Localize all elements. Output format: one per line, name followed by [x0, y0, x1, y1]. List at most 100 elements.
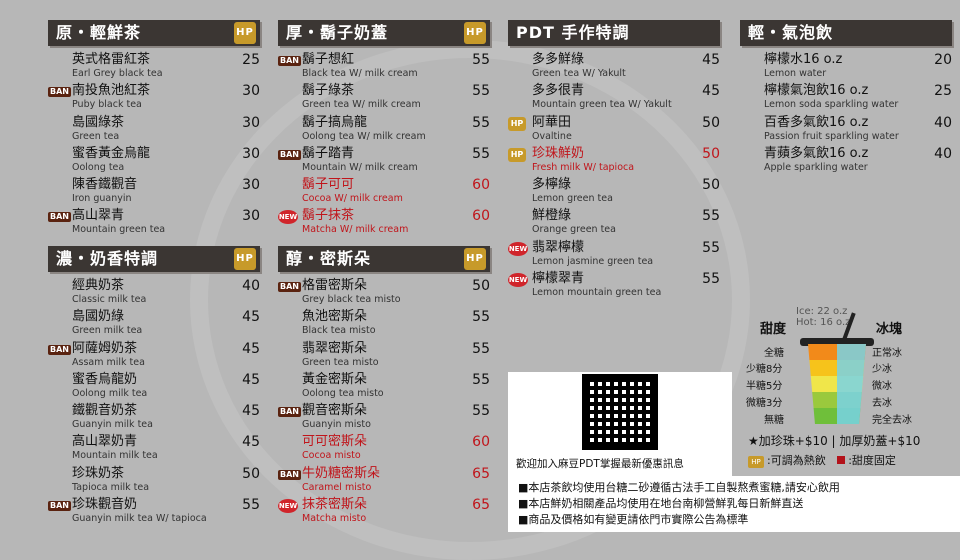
menu-item[interactable]: BAN 南投魚池紅茶 Puby black tea 30: [48, 83, 260, 114]
menu-item[interactable]: BAN 高山翠青 Mountain green tea 30: [48, 208, 260, 239]
menu-item[interactable]: 檸檬氣泡飲16 o.z Lemon soda sparkling water 25: [740, 83, 952, 114]
item-english-name: Green tea misto: [302, 356, 379, 368]
ice-level: 完全去冰: [872, 415, 912, 426]
item-name: 鬍子綠茶: [302, 83, 355, 99]
menu-item[interactable]: 多多很青 Mountain green tea W/ Yakult 45: [508, 83, 720, 114]
item-name: 陳香鐵觀音: [72, 177, 138, 193]
item-price: 50: [702, 145, 720, 162]
fixed-sweetness-icon: [837, 456, 846, 464]
item-name: 翡翠密斯朵: [302, 340, 368, 356]
item-name: 南投魚池紅茶: [72, 83, 151, 99]
section-header: 厚・鬍子奶蓋 HP: [278, 20, 490, 46]
item-price: 50: [702, 114, 720, 131]
item-english-name: Green milk tea: [72, 325, 143, 337]
item-price: 30: [242, 208, 260, 225]
item-english-name: Cocoa misto: [302, 450, 361, 462]
section-header: 濃・奶香特調 HP: [48, 246, 260, 272]
item-english-name: Mountain milk tea: [72, 450, 158, 462]
item-english-name: Classic milk tea: [72, 294, 147, 305]
item-name: 百香多氣飲16 o.z: [764, 114, 869, 130]
menu-item[interactable]: NEW 抹茶密斯朵 Matcha misto 65: [278, 497, 490, 528]
menu-item[interactable]: BAN 格雷密斯朵 Grey black tea misto 50: [278, 278, 490, 309]
qr-code[interactable]: [582, 374, 658, 450]
item-name: 檸檬翠青: [532, 271, 585, 287]
menu-item[interactable]: 百香多氣飲16 o.z Passion fruit sparkling water…: [740, 115, 952, 146]
menu-item[interactable]: BAN 珍珠觀音奶 Guanyin milk tea W/ tapioca 55: [48, 497, 260, 528]
menu-item[interactable]: 鬍子可可 Cocoa W/ milk cream 60: [278, 177, 490, 208]
addons-text: ★加珍珠+$10 | 加厚奶蓋+$10: [748, 434, 921, 448]
sweet-level: 微糖3分: [746, 398, 783, 409]
item-english-name: Green tea: [72, 130, 120, 142]
item-name: 高山翠奶青: [72, 434, 138, 450]
hp-badge-icon: HP: [508, 147, 526, 162]
legend-hot-text: :可調為熱飲: [767, 454, 826, 467]
ban-badge-icon: BAN: [48, 344, 71, 355]
notes-panel: ■本店茶飲均使用台糖二砂遵循古法手工自製熬煮蜜糖,請安心飲用 ■本店鮮奶相關產品…: [508, 476, 960, 532]
menu-item[interactable]: 鬍子搞烏龍 Oolong tea W/ milk cream 55: [278, 115, 490, 146]
hp-badge-icon: HP: [508, 116, 526, 131]
menu-item[interactable]: 蜜香黃金烏龍 Oolong tea 30: [48, 146, 260, 177]
item-price: 30: [242, 145, 260, 162]
hot-drink-icon: HP: [234, 248, 256, 270]
menu-item[interactable]: 鬍子綠茶 Green tea W/ milk cream 55: [278, 83, 490, 114]
menu-item[interactable]: 檸檬水16 o.z Lemon water 20: [740, 52, 952, 83]
item-english-name: Lemon jasmine green tea: [532, 255, 654, 267]
item-name: 阿華田: [532, 114, 572, 130]
item-name: 珍珠奶茶: [72, 465, 125, 481]
menu-item[interactable]: 可可密斯朵 Cocoa misto 60: [278, 434, 490, 465]
hot-drink-icon: HP: [234, 22, 256, 44]
menu-item[interactable]: HP 阿華田 Ovaltine 50: [508, 115, 720, 146]
menu-item[interactable]: 黃金密斯朵 Oolong tea misto 55: [278, 372, 490, 403]
item-english-name: Apple sparkling water: [764, 161, 868, 173]
menu-item[interactable]: 島國綠茶 Green tea 30: [48, 115, 260, 146]
new-badge-icon: NEW: [278, 499, 298, 514]
section-title: 厚・鬍子奶蓋: [286, 23, 389, 42]
menu-item[interactable]: NEW 鬍子抹茶 Matcha W/ milk cream 60: [278, 208, 490, 239]
ban-badge-icon: BAN: [278, 407, 301, 418]
item-english-name: Mountain green tea: [72, 224, 166, 236]
item-english-name: Lemon mountain green tea: [532, 287, 662, 299]
item-name: 抹茶密斯朵: [302, 497, 368, 513]
menu-item[interactable]: 多檸綠 Lemon green tea 50: [508, 177, 720, 208]
menu-item[interactable]: 英式格雷紅茶 Earl Grey black tea 25: [48, 52, 260, 83]
menu-item[interactable]: BAN 牛奶糖密斯朵 Caramel misto 65: [278, 466, 490, 497]
menu-item[interactable]: 經典奶茶 Classic milk tea 40: [48, 278, 260, 309]
item-price: 55: [472, 403, 490, 420]
new-badge-icon: NEW: [278, 210, 298, 225]
item-english-name: Mountain W/ milk cream: [302, 161, 418, 173]
item-name: 鬍子想紅: [302, 52, 355, 67]
menu-item[interactable]: 陳香鐵觀音 Iron guanyin 30: [48, 177, 260, 208]
item-price: 45: [242, 434, 260, 451]
item-name: 島國綠茶: [72, 114, 125, 130]
menu-item[interactable]: 鐵觀音奶茶 Guanyin milk tea 45: [48, 403, 260, 434]
menu-item[interactable]: BAN 鬍子想紅 Black tea W/ milk cream 55: [278, 52, 490, 83]
menu-item[interactable]: 翡翠密斯朵 Green tea misto 55: [278, 341, 490, 372]
menu-item[interactable]: 珍珠奶茶 Tapioca milk tea 50: [48, 466, 260, 497]
menu-item[interactable]: BAN 觀音密斯朵 Guanyin misto 55: [278, 403, 490, 434]
section-title: PDT 手作特調: [516, 23, 630, 42]
sweetness-label: 甜度: [760, 322, 787, 337]
item-price: 55: [242, 497, 260, 514]
note-line: ■商品及價格如有變更請依門市實際公告為標準: [518, 513, 749, 526]
menu-item[interactable]: NEW 翡翠檸檬 Lemon jasmine green tea 55: [508, 240, 720, 271]
menu-item[interactable]: NEW 檸檬翠青 Lemon mountain green tea 55: [508, 271, 720, 302]
item-name: 珍珠鮮奶: [532, 145, 585, 161]
menu-item[interactable]: HP 珍珠鮮奶 Fresh milk W/ tapioca 50: [508, 146, 720, 177]
item-english-name: Puby black tea: [72, 99, 142, 111]
menu-item[interactable]: 島國奶綠 Green milk tea 45: [48, 309, 260, 340]
item-name: 高山翠青: [72, 208, 125, 224]
menu-item[interactable]: BAN 鬍子踏青 Mountain W/ milk cream 55: [278, 146, 490, 177]
menu-item[interactable]: 蜜香烏龍奶 Oolong milk tea 45: [48, 372, 260, 403]
menu-item[interactable]: 高山翠奶青 Mountain milk tea 45: [48, 434, 260, 465]
menu-item[interactable]: 魚池密斯朵 Black tea misto 55: [278, 309, 490, 340]
item-english-name: Mountain green tea W/ Yakult: [532, 99, 672, 111]
item-name: 阿薩姆奶茶: [72, 340, 138, 356]
item-name: 格雷密斯朵: [302, 278, 368, 293]
item-english-name: Ovaltine: [532, 130, 572, 142]
menu-item[interactable]: 青蘋多氣飲16 o.z Apple sparkling water 40: [740, 146, 952, 177]
menu-item[interactable]: 多多鮮綠 Green tea W/ Yakult 45: [508, 52, 720, 83]
item-price: 45: [242, 309, 260, 326]
item-english-name: Oolong tea misto: [302, 387, 384, 399]
menu-item[interactable]: BAN 阿薩姆奶茶 Assam milk tea 45: [48, 341, 260, 372]
menu-item[interactable]: 鮮橙綠 Orange green tea 55: [508, 208, 720, 239]
